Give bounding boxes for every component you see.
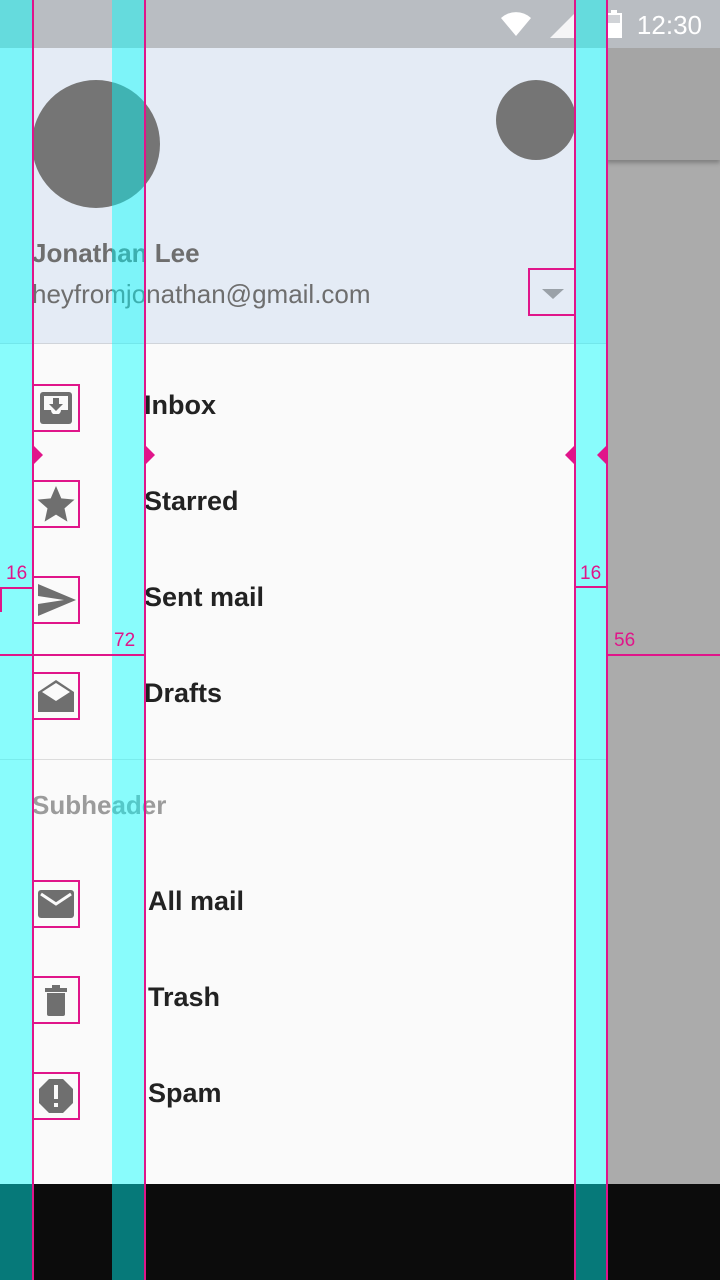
keyline-right-16dp bbox=[574, 0, 576, 1280]
nav-item-sent-mail[interactable]: Sent mail bbox=[0, 552, 606, 648]
subheader: Subheader bbox=[32, 790, 167, 820]
measure-label-scrim-width: 56 bbox=[614, 630, 636, 651]
divider bbox=[0, 759, 606, 760]
measure-label-left-margin: 16 bbox=[6, 563, 28, 584]
measure-line-right bbox=[574, 586, 608, 588]
nav-label-drafts: Drafts bbox=[144, 678, 223, 708]
star-icon bbox=[32, 480, 80, 528]
keyline-right-margin bbox=[576, 0, 606, 1280]
system-navigation-bar bbox=[0, 1184, 720, 1280]
nav-item-drafts[interactable]: Drafts bbox=[0, 648, 606, 744]
spam-icon bbox=[32, 1072, 80, 1120]
nav-label-spam: Spam bbox=[148, 1078, 222, 1108]
measure-label-right-margin: 16 bbox=[580, 563, 602, 584]
keyline-drawer-edge bbox=[606, 0, 608, 1280]
battery-icon bbox=[606, 10, 622, 43]
keyline-marker bbox=[565, 446, 574, 464]
account-email: heyfromjonathan@gmail.com bbox=[32, 279, 371, 309]
background-app-bar bbox=[606, 48, 720, 160]
nav-item-inbox[interactable]: Inbox bbox=[0, 360, 606, 456]
account-dropdown-button[interactable] bbox=[528, 268, 576, 316]
measure-line-72 bbox=[0, 654, 146, 656]
keyline-16dp bbox=[32, 0, 34, 1280]
nav-item-spam[interactable]: Spam bbox=[0, 1048, 606, 1144]
keyline-72dp bbox=[144, 0, 146, 1280]
wifi-icon bbox=[500, 12, 532, 43]
keyline-marker bbox=[146, 446, 155, 464]
secondary-account-avatar[interactable] bbox=[496, 80, 576, 160]
measure-label-text-keyline: 72 bbox=[114, 630, 136, 651]
mail-icon bbox=[32, 880, 80, 928]
inbox-icon bbox=[32, 384, 80, 432]
status-time: 12:30 bbox=[636, 10, 702, 40]
nav-label-trash: Trash bbox=[148, 982, 221, 1012]
measure-line-56 bbox=[606, 654, 720, 656]
keyline-left-margin bbox=[0, 0, 32, 1280]
nav-label-all-mail: All mail bbox=[148, 886, 245, 916]
nav-item-all-mail[interactable]: All mail bbox=[0, 856, 606, 952]
measure-line-left bbox=[0, 587, 32, 589]
send-icon bbox=[32, 576, 80, 624]
nav-label-inbox: Inbox bbox=[144, 390, 216, 420]
keyline-marker bbox=[597, 446, 606, 464]
trash-icon bbox=[32, 976, 80, 1024]
signal-icon bbox=[550, 12, 576, 43]
drafts-icon bbox=[32, 672, 80, 720]
measure-tick-left bbox=[0, 588, 2, 612]
nav-label-sent-mail: Sent mail bbox=[144, 582, 265, 612]
nav-label-starred: Starred bbox=[144, 486, 239, 516]
arrow-drop-down-icon bbox=[542, 289, 564, 299]
nav-item-starred[interactable]: Starred bbox=[0, 456, 606, 552]
nav-item-trash[interactable]: Trash bbox=[0, 952, 606, 1048]
keyline-marker bbox=[34, 446, 43, 464]
